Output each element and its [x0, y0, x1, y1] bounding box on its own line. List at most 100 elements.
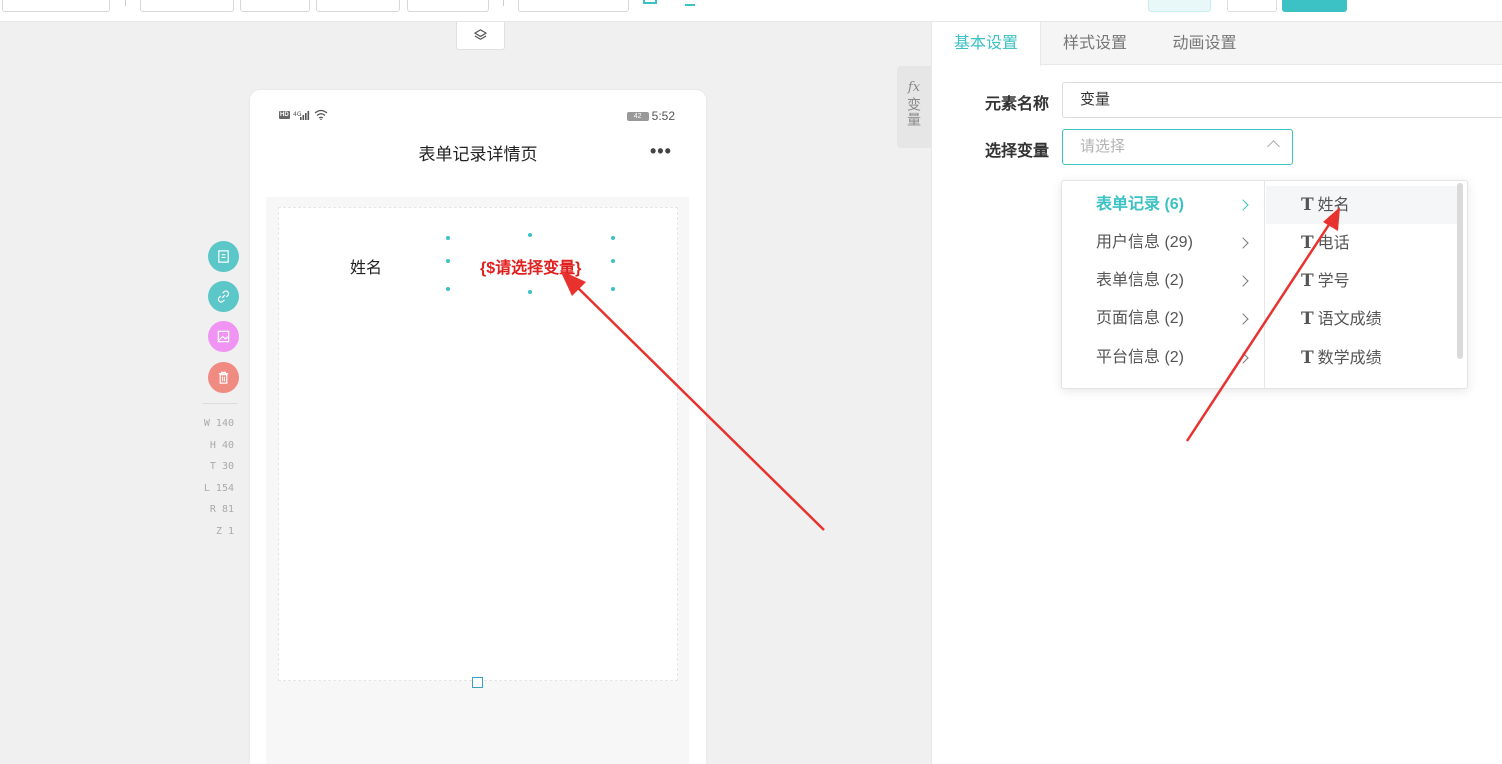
- toolbar-select[interactable]: [518, 0, 629, 12]
- dim-left: L 154: [203, 483, 234, 494]
- save-button[interactable]: [1282, 0, 1347, 12]
- toolbar-button[interactable]: [1227, 0, 1277, 12]
- variable-select-placeholder: 请选择: [1080, 138, 1126, 155]
- cascader-field[interactable]: T 学号: [1266, 262, 1458, 300]
- image-button[interactable]: [208, 321, 239, 352]
- selection-handle[interactable]: [528, 233, 532, 237]
- side-divider: [202, 403, 238, 404]
- variable-element[interactable]: {$请选择变量}: [480, 254, 581, 278]
- variable-select[interactable]: 请选择: [1062, 129, 1293, 165]
- status-right: 42 5:52: [626, 109, 675, 123]
- preview-button[interactable]: [1148, 0, 1211, 12]
- cascader-group[interactable]: 表单信息 (2): [1062, 262, 1265, 300]
- status-bar: HD 4G 42 5:52: [279, 109, 675, 123]
- variable-cascader: 表单记录 (6) 用户信息 (29) 表单信息 (2) 页面信息 (2) 平台信…: [1061, 180, 1468, 389]
- variable-tab-label: 变量: [906, 97, 922, 127]
- dim-zindex: Z 1: [215, 526, 234, 537]
- chevron-right-icon: [1237, 275, 1249, 287]
- variable-tab[interactable]: fx 变量: [897, 66, 931, 148]
- toolbar-select[interactable]: [316, 0, 400, 12]
- text-type-icon: T: [1301, 348, 1314, 368]
- toolbar-select[interactable]: [240, 0, 310, 12]
- cascader-field[interactable]: T 语文成绩: [1266, 300, 1458, 338]
- text-type-icon: T: [1301, 309, 1314, 329]
- copy-button[interactable]: [208, 241, 239, 272]
- toolbar-icon[interactable]: [685, 0, 695, 6]
- delete-button[interactable]: [208, 362, 239, 393]
- selection-handle[interactable]: [611, 236, 615, 240]
- cascader-group[interactable]: 页面信息 (2): [1062, 300, 1265, 338]
- element-name-input[interactable]: 变量: [1062, 82, 1502, 118]
- toolbar-icon[interactable]: [643, 0, 657, 4]
- cascader-group-label: 平台信息 (2): [1096, 349, 1185, 366]
- svg-text:4G: 4G: [293, 111, 302, 118]
- more-icon[interactable]: •••: [650, 141, 672, 162]
- cascader-field-label: 学号: [1317, 273, 1350, 290]
- toolbar-divider: [125, 0, 126, 6]
- element-name-label: 元素名称: [985, 96, 1050, 113]
- cascader-group-label: 页面信息 (2): [1096, 310, 1185, 327]
- text-type-icon: T: [1301, 271, 1314, 291]
- cascader-field-label: 语文成绩: [1317, 311, 1382, 328]
- battery-icon: 42: [626, 111, 649, 121]
- status-left: HD 4G: [279, 109, 328, 120]
- tab-style[interactable]: 样式设置: [1049, 22, 1141, 65]
- cascader-group[interactable]: 平台信息 (2): [1062, 339, 1265, 377]
- chevron-right-icon: [1237, 237, 1249, 249]
- layers-button[interactable]: [456, 22, 505, 50]
- select-variable-label: 选择变量: [985, 143, 1050, 160]
- cascader-field[interactable]: T 姓名: [1266, 186, 1458, 224]
- text-type-icon: T: [1301, 195, 1314, 215]
- cascader-group-label: 用户信息 (29): [1096, 234, 1193, 251]
- cascader-field[interactable]: T 电话: [1266, 224, 1458, 262]
- fx-icon: fx: [907, 80, 921, 95]
- cascader-field[interactable]: T 数学成绩: [1266, 339, 1458, 377]
- toolbar-select[interactable]: [2, 0, 110, 12]
- signal-icon: 4G: [293, 110, 309, 120]
- cascader-scrollbar[interactable]: [1457, 183, 1463, 359]
- layers-icon: [474, 29, 487, 40]
- cascader-group[interactable]: 用户信息 (29): [1062, 224, 1265, 262]
- link-icon: [217, 290, 230, 303]
- selection-handle[interactable]: [611, 287, 615, 291]
- dim-width: W 140: [203, 418, 234, 429]
- chevron-right-icon: [1237, 352, 1249, 364]
- toolbar-select[interactable]: [407, 0, 489, 12]
- selection-handle[interactable]: [446, 259, 450, 263]
- dim-top: T 30: [209, 461, 234, 472]
- settings-tabs: 基本设置 样式设置 动画设置: [932, 22, 1502, 66]
- tab-basic[interactable]: 基本设置: [932, 22, 1041, 66]
- chevron-right-icon: [1237, 313, 1249, 325]
- cascader-field-label: 姓名: [1317, 197, 1350, 214]
- form-area: [278, 207, 678, 681]
- link-button[interactable]: [208, 281, 239, 312]
- page-title: 表单记录详情页: [418, 145, 538, 164]
- cascader-group-label: 表单记录 (6): [1096, 196, 1185, 213]
- field-label-name[interactable]: 姓名: [350, 254, 382, 278]
- cascader-field-label: 数学成绩: [1317, 350, 1382, 367]
- cascader-field-label: 电话: [1317, 235, 1350, 252]
- dim-height: H 40: [209, 440, 234, 451]
- page-resize-handle[interactable]: [472, 677, 483, 688]
- toolbar-divider: [503, 0, 504, 6]
- selection-handle[interactable]: [528, 290, 532, 294]
- toolbar-select[interactable]: [140, 0, 234, 12]
- chevron-up-icon: [1267, 140, 1280, 153]
- cascader-group[interactable]: 表单记录 (6): [1062, 186, 1265, 224]
- text-type-icon: T: [1301, 233, 1314, 253]
- wifi-icon: [314, 109, 328, 120]
- dim-right: R 81: [209, 504, 234, 515]
- settings-panel: 基本设置 样式设置 动画设置 元素名称 变量 选择变量 请选择: [931, 22, 1502, 764]
- selection-handle[interactable]: [446, 236, 450, 240]
- cascader-group-label: 表单信息 (2): [1096, 272, 1185, 289]
- copy-icon: [218, 250, 229, 263]
- status-time: 5:52: [651, 109, 675, 123]
- top-toolbar: [0, 0, 1502, 22]
- cascader-groups: 表单记录 (6) 用户信息 (29) 表单信息 (2) 页面信息 (2) 平台信…: [1062, 181, 1265, 388]
- chevron-right-icon: [1237, 199, 1249, 211]
- cascader-fields: T 姓名 T 电话 T 学号 T 语文成绩 T 数学成绩: [1266, 181, 1466, 388]
- selection-handle[interactable]: [446, 287, 450, 291]
- selection-handle[interactable]: [611, 259, 615, 263]
- trash-icon: [218, 371, 229, 384]
- tab-animation[interactable]: 动画设置: [1157, 22, 1252, 65]
